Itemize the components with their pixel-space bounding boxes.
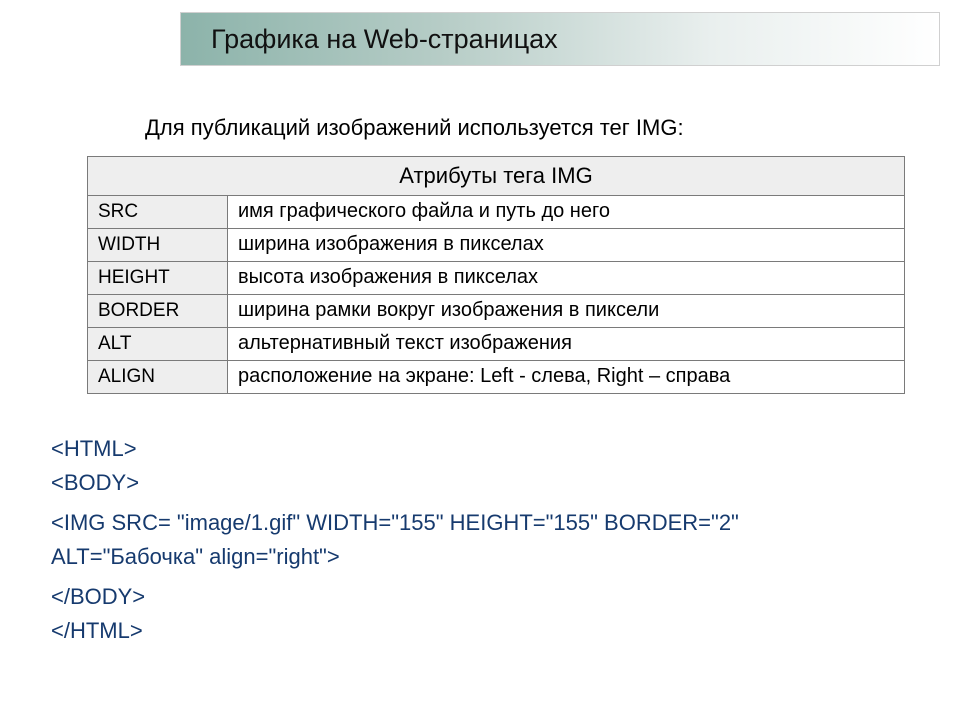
- intro-text: Для публикаций изображений используется …: [145, 115, 684, 141]
- page-title-banner: Графика на Web-страницах: [180, 12, 940, 66]
- code-line: </HTML>: [51, 614, 739, 648]
- table-row: WIDTH ширина изображения в пикселах: [88, 229, 905, 262]
- code-line: <BODY>: [51, 466, 739, 500]
- table-row: ALIGN расположение на экране: Left - сле…: [88, 361, 905, 394]
- attr-desc: ширина рамки вокруг изображения в пиксел…: [228, 295, 905, 328]
- attr-name: BORDER: [88, 295, 228, 328]
- attr-name: SRC: [88, 196, 228, 229]
- attr-name: WIDTH: [88, 229, 228, 262]
- code-line: </BODY>: [51, 580, 739, 614]
- code-line: ALT="Бабочка" align="right">: [51, 540, 739, 574]
- table-header-row: Атрибуты тега IMG: [88, 157, 905, 196]
- table-row: SRC имя графического файла и путь до нег…: [88, 196, 905, 229]
- table-row: HEIGHT высота изображения в пикселах: [88, 262, 905, 295]
- table-header: Атрибуты тега IMG: [88, 157, 905, 196]
- attr-desc: ширина изображения в пикселах: [228, 229, 905, 262]
- attr-name: HEIGHT: [88, 262, 228, 295]
- code-example: <HTML> <BODY> <IMG SRC= "image/1.gif" WI…: [51, 432, 739, 649]
- table-row: ALT альтернативный текст изображения: [88, 328, 905, 361]
- attr-desc: расположение на экране: Left - слева, Ri…: [228, 361, 905, 394]
- attr-desc: имя графического файла и путь до него: [228, 196, 905, 229]
- attr-name: ALT: [88, 328, 228, 361]
- attributes-table: Атрибуты тега IMG SRC имя графического ф…: [87, 156, 905, 394]
- attr-desc: альтернативный текст изображения: [228, 328, 905, 361]
- table-row: BORDER ширина рамки вокруг изображения в…: [88, 295, 905, 328]
- attr-desc: высота изображения в пикселах: [228, 262, 905, 295]
- page-title: Графика на Web-страницах: [211, 24, 558, 55]
- attr-name: ALIGN: [88, 361, 228, 394]
- code-line: <IMG SRC= "image/1.gif" WIDTH="155" HEIG…: [51, 506, 739, 540]
- code-line: <HTML>: [51, 432, 739, 466]
